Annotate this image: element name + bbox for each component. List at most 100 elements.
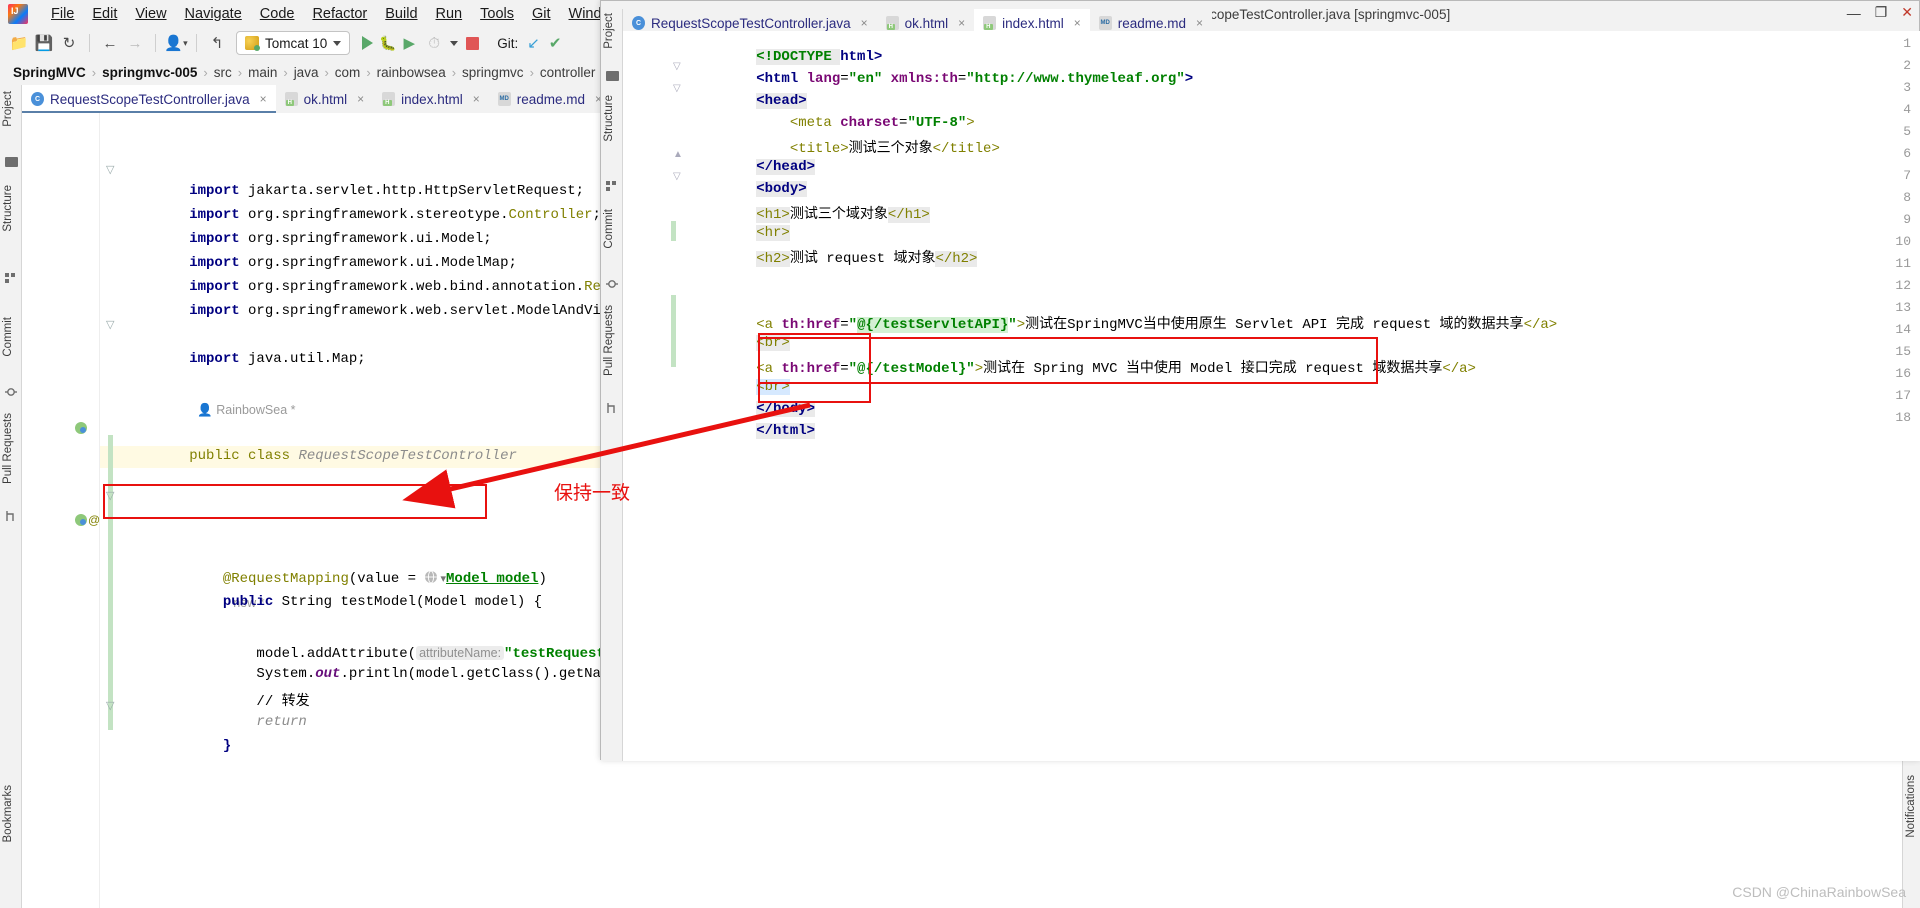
menu-item-run[interactable]: Run: [427, 4, 472, 24]
code-token: </h2>: [935, 251, 978, 267]
close-icon[interactable]: ×: [861, 16, 868, 30]
author-inlay-hint: 👤 RainbowSea *: [197, 403, 296, 417]
profiler-chevron-down-icon[interactable]: [450, 40, 459, 46]
profiler-icon[interactable]: ⏱: [423, 32, 445, 54]
menu-item-code[interactable]: Code: [251, 4, 304, 24]
tool-window-commit[interactable]: Commit: [2, 317, 14, 357]
run-configuration-selector[interactable]: Tomcat 10: [236, 31, 351, 55]
tool-window-structure[interactable]: Structure: [603, 95, 615, 142]
tool-window-bookmarks[interactable]: Bookmarks: [2, 785, 14, 843]
bean-gutter-icon[interactable]: [74, 421, 88, 435]
save-icon[interactable]: 💾: [33, 32, 55, 54]
close-icon[interactable]: ×: [357, 92, 364, 106]
editor-tab-ok-html[interactable]: ok.html ×: [275, 85, 374, 113]
breadcrumb-separator: ›: [324, 64, 329, 80]
back-arrow-icon[interactable]: ←: [99, 32, 121, 54]
menu-item-build[interactable]: Build: [376, 4, 426, 24]
project-folder-icon[interactable]: [606, 71, 619, 81]
structure-icon[interactable]: [606, 179, 618, 191]
menu-item-git[interactable]: Git: [523, 4, 560, 24]
fold-icon-2[interactable]: ▽: [673, 83, 681, 94]
fold-icon-2[interactable]: ▽: [106, 318, 114, 331]
code-token: import: [189, 303, 249, 319]
forward-arrow-icon[interactable]: →: [124, 32, 146, 54]
left-editor-code[interactable]: import jakarta.servlet.http.HttpServletR…: [122, 113, 1206, 754]
breadcrumb-item-7[interactable]: springmvc: [459, 65, 527, 80]
project-folder-icon[interactable]: [5, 157, 18, 167]
code-token: lang: [806, 71, 841, 87]
menu-item-tools[interactable]: Tools: [471, 4, 523, 24]
floating-left-tool-strip: Project Structure Commit Pull Requests: [601, 9, 623, 761]
tool-window-structure[interactable]: Structure: [2, 185, 14, 232]
breadcrumb-item-1[interactable]: springmvc-005: [99, 65, 200, 80]
open-folder-icon[interactable]: 📁: [8, 32, 30, 54]
tool-window-notifications[interactable]: Notifications: [1905, 775, 1917, 838]
fold-icon-3[interactable]: ▲: [673, 149, 683, 160]
toolbar-divider: [89, 34, 90, 52]
breadcrumb-separator: ›: [366, 64, 371, 80]
debug-icon[interactable]: 🐛: [379, 35, 396, 51]
breadcrumb-item-3[interactable]: main: [245, 65, 280, 80]
editor-tab-requestscopetestcontroller[interactable]: C RequestScopeTestController.java ×: [22, 85, 276, 113]
code-token: <h2>: [756, 251, 790, 267]
breadcrumb-item-5[interactable]: com: [332, 65, 364, 80]
breadcrumb-item-2[interactable]: src: [211, 65, 235, 80]
breadcrumb-item-6[interactable]: rainbowsea: [374, 65, 449, 80]
menu-item-view[interactable]: View: [126, 4, 175, 24]
close-icon[interactable]: ×: [473, 92, 480, 106]
close-icon[interactable]: ×: [1074, 16, 1081, 30]
line-number: 16: [1895, 366, 1911, 381]
tool-window-project[interactable]: Project: [2, 91, 14, 127]
code-token: Controller: [508, 207, 593, 223]
floating-editor-gutter[interactable]: [623, 31, 685, 761]
line-number: 11: [1895, 256, 1911, 271]
git-update-icon[interactable]: ↙: [527, 34, 540, 52]
chevron-down-icon: [333, 40, 342, 46]
breadcrumb-item-8[interactable]: controller: [537, 65, 599, 80]
tool-window-commit[interactable]: Commit: [603, 209, 615, 249]
code-token: out: [315, 666, 341, 682]
pull-request-icon[interactable]: [606, 401, 618, 413]
fold-icon[interactable]: ▽: [673, 61, 681, 72]
sync-icon[interactable]: ↻: [58, 32, 80, 54]
close-icon[interactable]: ×: [1196, 16, 1203, 30]
annotation-box-html-line: [758, 337, 1378, 384]
code-token: String testModel(Model model) {: [281, 594, 543, 610]
tool-window-pull-requests[interactable]: Pull Requests: [2, 413, 14, 484]
line-number: 6: [1903, 146, 1911, 161]
editor-tab-index-html[interactable]: index.html ×: [373, 85, 489, 113]
close-icon[interactable]: ×: [958, 16, 965, 30]
menu-item-edit[interactable]: Edit: [83, 4, 126, 24]
commit-icon[interactable]: [5, 385, 17, 397]
structure-icon[interactable]: [5, 271, 17, 283]
menu-item-refactor[interactable]: Refactor: [303, 4, 376, 24]
commit-icon[interactable]: [606, 277, 618, 289]
breadcrumb-item-0[interactable]: SpringMVC: [10, 65, 89, 80]
line-number: 15: [1895, 344, 1911, 359]
editor-tab-label: ok.html: [904, 15, 949, 31]
run-with-coverage-icon[interactable]: ▶: [398, 32, 420, 54]
profile-icon[interactable]: 👤 ▾: [164, 32, 187, 54]
git-label: Git:: [497, 35, 519, 51]
bean-gutter-icon-2[interactable]: [74, 513, 88, 527]
annotation-gutter-icon[interactable]: @: [88, 513, 100, 527]
tool-window-project[interactable]: Project: [603, 13, 615, 49]
editor-tab-readme-md[interactable]: MD readme.md ×: [488, 85, 612, 113]
git-commit-check-icon[interactable]: ✔: [549, 34, 562, 52]
fold-icon-4[interactable]: ▽: [106, 699, 114, 712]
code-token: public class: [189, 448, 299, 464]
menu-item-file[interactable]: File: [42, 4, 83, 24]
fold-icon-4[interactable]: ▽: [673, 171, 681, 182]
close-icon[interactable]: ×: [260, 92, 267, 106]
pull-request-icon[interactable]: [5, 509, 17, 521]
menu-item-navigate[interactable]: Navigate: [176, 4, 251, 24]
editor-tab-label: ok.html: [303, 91, 348, 107]
left-editor-gutter[interactable]: [22, 113, 100, 908]
fold-icon[interactable]: ▽: [106, 163, 114, 176]
undo-icon[interactable]: ↰: [206, 32, 228, 54]
run-icon[interactable]: [362, 36, 374, 50]
code-token: }: [189, 738, 232, 754]
tool-window-pull-requests[interactable]: Pull Requests: [603, 305, 615, 376]
breadcrumb-item-4[interactable]: java: [291, 65, 322, 80]
stop-icon[interactable]: [466, 36, 480, 50]
